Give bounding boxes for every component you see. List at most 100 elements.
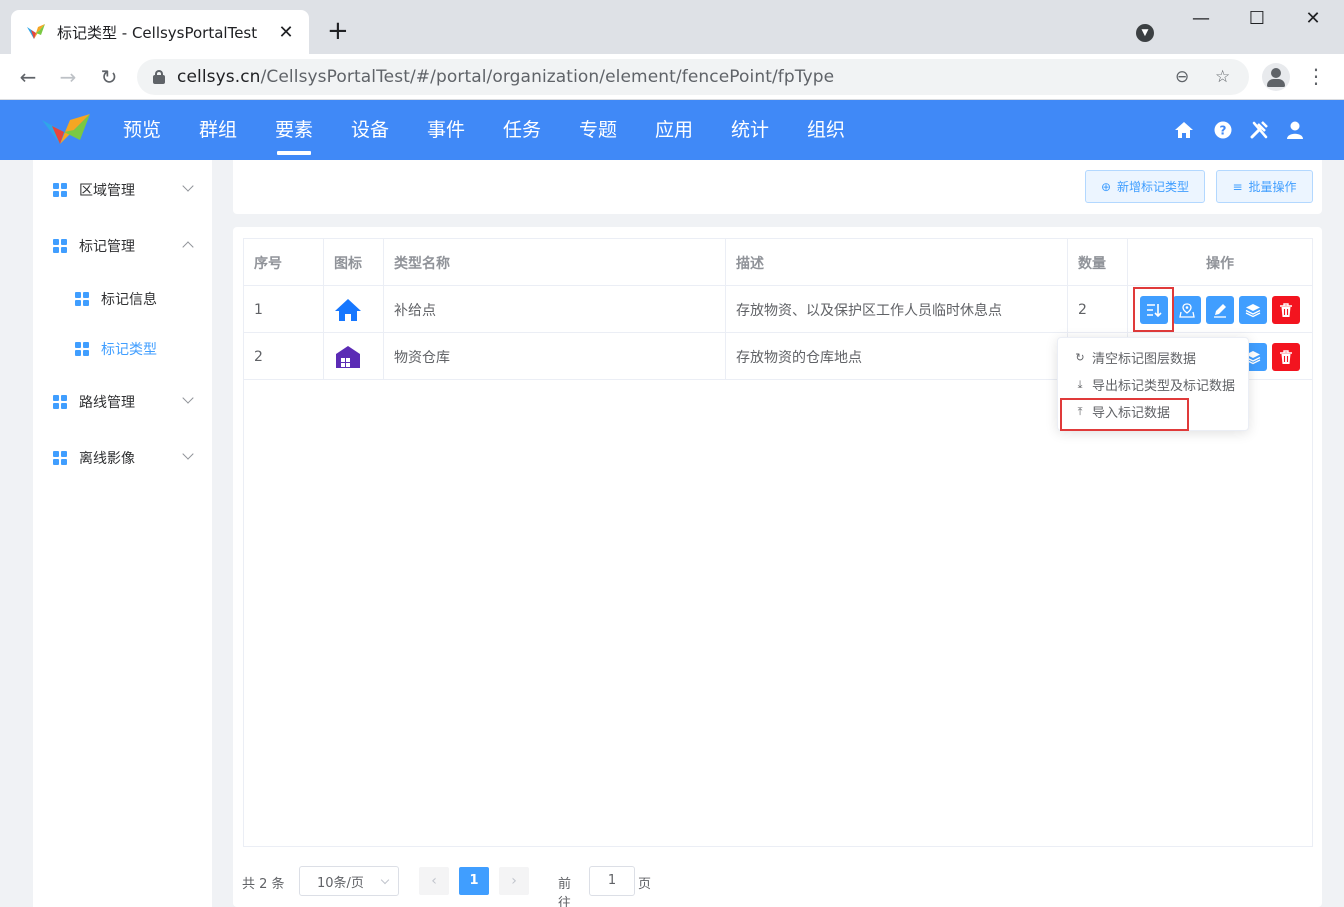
nav-org[interactable]: 组织 bbox=[788, 100, 864, 160]
delete-button[interactable] bbox=[1272, 296, 1300, 324]
grid-icon bbox=[75, 292, 89, 306]
sidebar-item-label: 标记类型 bbox=[101, 342, 157, 358]
export-data-item[interactable]: ⤓ 导出标记类型及标记数据 bbox=[1058, 371, 1248, 398]
bookmark-star-icon[interactable]: ☆ bbox=[1215, 67, 1230, 87]
cell-desc: 存放物资的仓库地点 bbox=[726, 333, 1068, 380]
nav-elements[interactable]: 要素 bbox=[256, 100, 332, 160]
sidebar-item-label: 离线影像 bbox=[79, 451, 135, 467]
cell-count: 2 bbox=[1068, 286, 1128, 333]
chevron-down-icon bbox=[182, 392, 194, 404]
map-pin-icon bbox=[1179, 303, 1195, 318]
close-window-icon[interactable]: ✕ bbox=[1290, 8, 1336, 29]
chevron-up-icon bbox=[182, 241, 194, 253]
browser-menu-icon[interactable]: ⋮ bbox=[1306, 64, 1326, 88]
clear-layer-data-item[interactable]: ↻ 清空标记图层数据 bbox=[1058, 344, 1248, 371]
batch-operation-button[interactable]: ≡ 批量操作 bbox=[1216, 170, 1313, 203]
nav-tasks[interactable]: 任务 bbox=[484, 100, 560, 160]
nav-stats[interactable]: 统计 bbox=[712, 100, 788, 160]
cell-desc: 存放物资、以及保护区工作人员临时休息点 bbox=[726, 286, 1068, 333]
action-bar: ⊕ 新增标记类型 ≡ 批量操作 bbox=[233, 160, 1322, 214]
edit-button[interactable] bbox=[1206, 296, 1234, 324]
sidebar-item-offline[interactable]: 离线影像 bbox=[33, 430, 212, 486]
sidebar-item-marker-type[interactable]: 标记类型 bbox=[33, 321, 212, 377]
help-icon[interactable]: ? bbox=[1213, 120, 1233, 140]
header-icon: 图标 bbox=[324, 239, 384, 286]
edit-pencil-icon bbox=[1214, 304, 1226, 318]
trash-icon bbox=[1280, 350, 1292, 364]
table-header: 序号 图标 类型名称 描述 数量 操作 bbox=[244, 239, 1312, 286]
table-row: 1 补给点 存放物资、以及保护区工作人员临时休息点 2 bbox=[244, 286, 1312, 333]
tab-search-icon[interactable]: ▼ bbox=[1136, 24, 1154, 42]
next-page-button[interactable]: › bbox=[499, 867, 529, 895]
map-location-button[interactable] bbox=[1173, 296, 1201, 324]
sidebar-item-route[interactable]: 路线管理 bbox=[33, 374, 212, 430]
minimize-icon[interactable]: — bbox=[1178, 8, 1224, 29]
lock-icon bbox=[153, 70, 165, 84]
pagination-total: 共 2 条 bbox=[242, 877, 285, 892]
home-icon bbox=[335, 298, 361, 321]
nav-groups[interactable]: 群组 bbox=[180, 100, 256, 160]
trash-icon bbox=[1280, 303, 1292, 317]
header-count: 数量 bbox=[1068, 239, 1128, 286]
header-operation: 操作 bbox=[1206, 255, 1234, 272]
browser-tab[interactable]: 标记类型 - CellsysPortalTest ✕ bbox=[11, 10, 309, 54]
table-panel: 序号 图标 类型名称 描述 数量 操作 1 补给点 存放物资、以及保护区工作人员… bbox=[233, 227, 1322, 907]
grid-icon bbox=[53, 239, 67, 253]
nav-apps[interactable]: 应用 bbox=[636, 100, 712, 160]
sidebar-item-marker[interactable]: 标记管理 bbox=[33, 218, 212, 274]
back-icon[interactable]: ← bbox=[14, 63, 42, 91]
cell-index: 1 bbox=[244, 286, 324, 333]
refresh-icon: ↻ bbox=[1075, 351, 1085, 364]
user-icon[interactable] bbox=[1285, 120, 1305, 140]
zoom-icon[interactable]: ⊖ bbox=[1175, 67, 1189, 87]
url-domain: cellsys.cn bbox=[177, 67, 261, 87]
sidebar-item-marker-info[interactable]: 标记信息 bbox=[33, 271, 212, 327]
highlight-box bbox=[1133, 287, 1174, 332]
sidebar-item-label: 区域管理 bbox=[79, 183, 135, 199]
download-icon: ⤓ bbox=[1077, 377, 1083, 391]
sidebar: 区域管理 标记管理 标记信息 标记类型 路线管理 离线影像 bbox=[33, 160, 212, 907]
chevron-down-icon bbox=[182, 448, 194, 460]
delete-button[interactable] bbox=[1272, 343, 1300, 371]
nav-topics[interactable]: 专题 bbox=[560, 100, 636, 160]
add-marker-type-button[interactable]: ⊕ 新增标记类型 bbox=[1085, 170, 1205, 203]
header-index: 序号 bbox=[244, 239, 324, 286]
home-icon[interactable] bbox=[1174, 120, 1194, 140]
layers-button[interactable] bbox=[1239, 296, 1267, 324]
header-desc: 描述 bbox=[726, 239, 1068, 286]
nav-devices[interactable]: 设备 bbox=[332, 100, 408, 160]
app-favicon-icon bbox=[27, 24, 45, 39]
layers-icon bbox=[1245, 304, 1261, 318]
sidebar-item-label: 标记信息 bbox=[101, 292, 157, 308]
profile-avatar-icon[interactable] bbox=[1262, 63, 1290, 91]
maximize-icon[interactable]: ☐ bbox=[1234, 8, 1280, 29]
cell-index: 2 bbox=[244, 333, 324, 380]
grid-icon bbox=[53, 183, 67, 197]
page-size-select[interactable]: 10条/页 bbox=[299, 866, 399, 896]
sidebar-item-region[interactable]: 区域管理 bbox=[33, 162, 212, 218]
warehouse-icon bbox=[336, 345, 360, 368]
tab-close-icon[interactable]: ✕ bbox=[275, 22, 297, 43]
nav-events[interactable]: 事件 bbox=[408, 100, 484, 160]
address-bar[interactable]: cellsys.cn/CellsysPortalTest/#/portal/or… bbox=[137, 59, 1249, 95]
grid-icon bbox=[53, 395, 67, 409]
forward-icon[interactable]: → bbox=[54, 63, 82, 91]
svg-text:?: ? bbox=[1220, 124, 1227, 138]
nav-preview[interactable]: 预览 bbox=[104, 100, 180, 160]
app-logo[interactable] bbox=[40, 110, 94, 150]
grid-icon bbox=[75, 342, 89, 356]
reload-icon[interactable]: ↻ bbox=[95, 63, 123, 91]
app-header: 预览 群组 要素 设备 事件 任务 专题 应用 统计 组织 ? bbox=[0, 100, 1344, 160]
page-unit-label: 页 bbox=[638, 877, 652, 892]
cell-name: 物资仓库 bbox=[384, 333, 726, 380]
filter-icon: ≡ bbox=[1232, 179, 1243, 194]
cell-name: 补给点 bbox=[384, 286, 726, 333]
new-tab-icon[interactable]: + bbox=[327, 16, 349, 46]
page-number-current[interactable]: 1 bbox=[459, 867, 489, 895]
grid-icon bbox=[53, 451, 67, 465]
sidebar-item-label: 标记管理 bbox=[79, 239, 135, 255]
prev-page-button[interactable]: ‹ bbox=[419, 867, 449, 895]
tools-icon[interactable] bbox=[1249, 120, 1269, 140]
chevron-down-icon bbox=[182, 180, 194, 192]
goto-page-input[interactable]: 1 bbox=[589, 866, 635, 896]
